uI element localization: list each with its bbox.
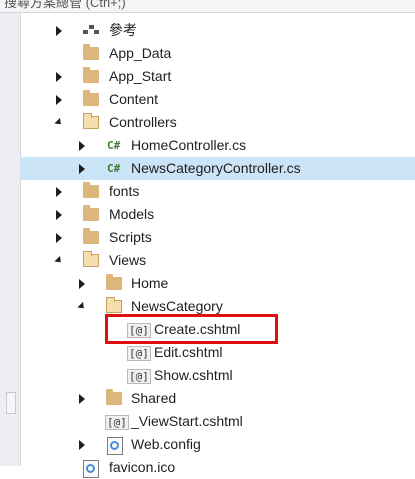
tree-item-label: App_Start [109,68,172,84]
open-folder-icon [106,297,122,313]
expand-arrow-icon[interactable] [76,272,88,295]
tree-item-label: Models [109,206,155,222]
tree-item-controllers[interactable]: Controllers [20,111,415,134]
left-gutter [0,0,21,466]
folder-icon [83,228,99,244]
expand-arrow-icon[interactable] [53,19,65,42]
search-input[interactable]: 搜尋方案總管 (Ctrl+;) [0,0,415,13]
tree-item-shared[interactable]: Shared [20,387,415,410]
tree-item-app-data[interactable]: App_Data [20,42,415,65]
folder-icon [83,44,99,60]
tree-item-favicon[interactable]: favicon.ico [20,456,415,479]
folder-icon [106,389,122,405]
config-file-icon [107,437,123,455]
tree-item-references[interactable]: 參考 [20,19,415,42]
tree-item-label: Scripts [109,229,152,245]
tree-item-label: 參考 [109,22,137,38]
highlight-annotation-box [105,314,278,344]
csharp-file-icon: C# [107,162,121,175]
tree-item-label: Views [109,252,147,268]
ico-file-icon [83,460,99,478]
tree-item-home[interactable]: Home [20,272,415,295]
tree-item-edit-cshtml[interactable]: [@] Edit.cshtml [20,341,415,364]
expand-arrow-icon[interactable] [53,226,65,249]
tree-item-scripts[interactable]: Scripts [20,226,415,249]
tree-item-models[interactable]: Models [20,203,415,226]
tree-item-label: favicon.ico [109,459,176,475]
tree-item-viewstart[interactable]: [@] _ViewStart.cshtml [20,410,415,433]
tree-item-show-cshtml[interactable]: [@] Show.cshtml [20,364,415,387]
gutter-handle[interactable] [6,392,16,414]
tree-item-news-category-controller[interactable]: C# NewsCategoryController.cs [20,157,415,180]
razor-file-icon: [@] [105,415,129,430]
tree-item-label: Shared [131,390,177,406]
expand-arrow-icon[interactable] [53,203,65,226]
expand-arrow-icon[interactable] [53,180,65,203]
tree-item-label: Edit.cshtml [154,344,223,360]
collapse-arrow-icon[interactable] [76,295,88,318]
open-folder-icon [83,113,99,129]
tree-item-label: Web.config [131,436,201,452]
razor-file-icon: [@] [127,369,151,384]
expand-arrow-icon[interactable] [76,134,88,157]
expand-arrow-icon[interactable] [76,157,88,180]
expand-arrow-icon[interactable] [53,88,65,111]
tree-item-views[interactable]: Views [20,249,415,272]
collapse-arrow-icon[interactable] [53,111,65,134]
expand-arrow-icon[interactable] [76,387,88,410]
razor-file-icon: [@] [127,346,151,361]
tree-item-app-start[interactable]: App_Start [20,65,415,88]
tree-item-label: Show.cshtml [154,367,233,383]
folder-icon [83,67,99,83]
tree-item-label: NewsCategoryController.cs [131,160,301,176]
expand-arrow-icon[interactable] [53,65,65,88]
csharp-file-icon: C# [107,139,121,152]
tree-item-label: _ViewStart.cshtml [131,413,243,429]
folder-icon [83,205,99,221]
folder-icon [106,274,122,290]
folder-icon [83,182,99,198]
tree-item-home-controller[interactable]: C# HomeController.cs [20,134,415,157]
tree-item-content[interactable]: Content [20,88,415,111]
open-folder-icon [83,251,99,267]
tree-item-label: Controllers [109,114,177,130]
tree-item-fonts[interactable]: fonts [20,180,415,203]
references-icon [83,25,99,37]
tree-item-label: Home [131,275,169,291]
tree-item-label: Content [109,91,159,107]
tree-item-label: fonts [109,183,140,199]
tree-item-web-config[interactable]: Web.config [20,433,415,456]
tree-item-label: HomeController.cs [131,137,247,153]
folder-icon [83,90,99,106]
tree-item-label: App_Data [109,45,172,61]
expand-arrow-icon[interactable] [76,433,88,456]
collapse-arrow-icon[interactable] [53,249,65,272]
